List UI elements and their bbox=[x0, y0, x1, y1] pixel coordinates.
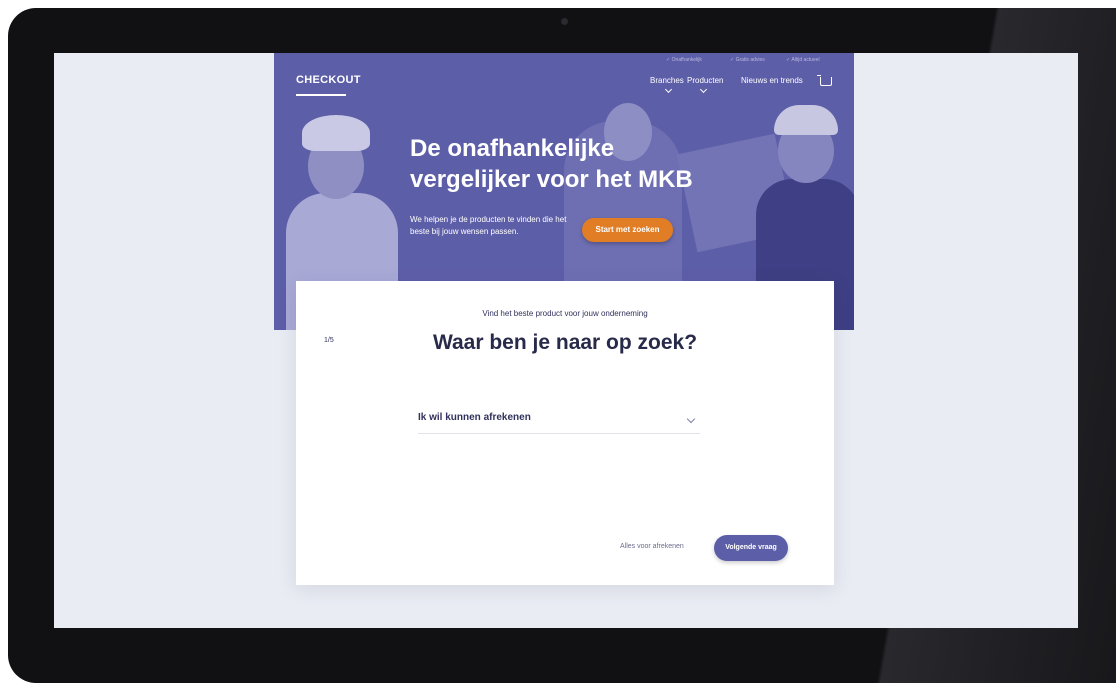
worker-helmet bbox=[774, 105, 838, 135]
hero-headline: De onafhankelijke vergelijker voor het M… bbox=[410, 135, 693, 193]
product-select[interactable]: Ik wil kunnen afrekenen bbox=[418, 407, 700, 434]
chevron-down-icon bbox=[686, 414, 696, 424]
screen: CHECKOUT ✓ Onafhankelijk ✓ Gratis advies… bbox=[54, 53, 1078, 628]
chef-hat bbox=[302, 115, 370, 151]
all-for-checkout-link[interactable]: Alles voor afrekenen bbox=[620, 543, 684, 550]
camera-icon bbox=[561, 18, 568, 25]
wizard-question: Waar ben je naar op zoek? bbox=[432, 331, 698, 354]
usp-label: Gratis advies bbox=[735, 57, 765, 63]
next-question-button[interactable]: Volgende vraag bbox=[714, 535, 788, 561]
chevron-down-icon bbox=[664, 85, 673, 94]
usp-label: Onafhankelijk bbox=[671, 57, 702, 63]
select-value: Ik wil kunnen afrekenen bbox=[418, 412, 531, 423]
start-search-button[interactable]: Start met zoeken bbox=[582, 218, 673, 242]
hero-subtext: We helpen je de producten te vinden die … bbox=[410, 215, 567, 236]
nav-item-nieuws[interactable]: Nieuws en trends bbox=[741, 76, 803, 85]
usp-item: ✓ Onafhankelijk bbox=[666, 57, 702, 63]
nav-item-producten[interactable]: Producten bbox=[687, 76, 723, 85]
cart-icon[interactable] bbox=[820, 77, 832, 86]
nav-item-branches[interactable]: Branches bbox=[650, 76, 684, 85]
wizard-subtitle: Vind het beste product voor jouw onderne… bbox=[482, 309, 648, 318]
logo-underline bbox=[296, 94, 346, 96]
usp-item: ✓ Altijd actueel bbox=[786, 57, 820, 63]
usp-label: Altijd actueel bbox=[791, 57, 820, 63]
wizard-card: Vind het beste product voor jouw onderne… bbox=[296, 281, 834, 585]
website: CHECKOUT ✓ Onafhankelijk ✓ Gratis advies… bbox=[274, 53, 854, 628]
usp-item: ✓ Gratis advies bbox=[730, 57, 765, 63]
logo[interactable]: CHECKOUT bbox=[296, 74, 361, 86]
top-navigation: CHECKOUT ✓ Onafhankelijk ✓ Gratis advies… bbox=[274, 53, 854, 97]
chevron-down-icon bbox=[699, 85, 708, 94]
